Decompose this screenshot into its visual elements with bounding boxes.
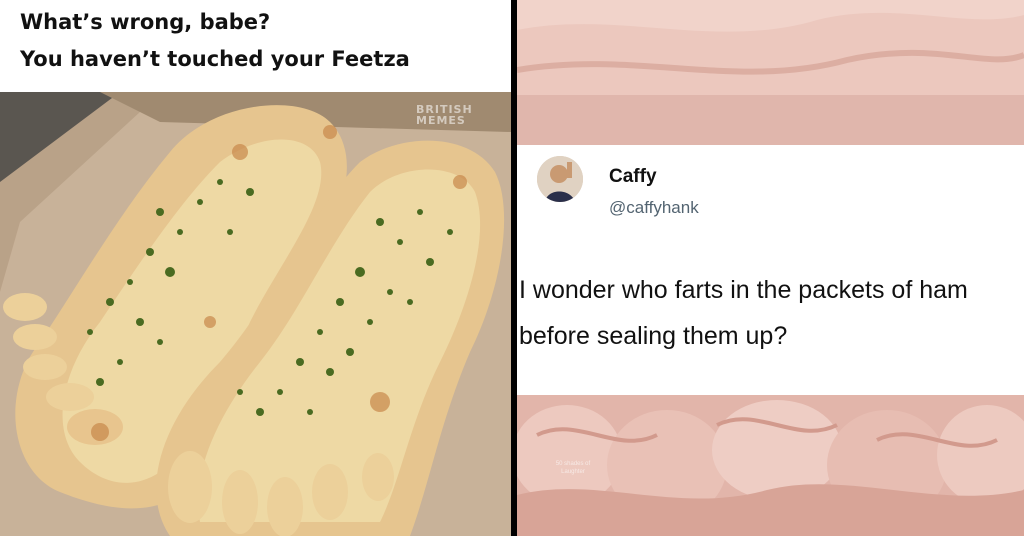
ham-bottom-photo <box>517 395 1024 536</box>
right-toe-3 <box>267 477 303 536</box>
profile-avatar-icon[interactable] <box>537 156 583 202</box>
tweet-author-handle[interactable]: @caffyhank <box>609 198 699 218</box>
tweet-text: I wonder who farts in the packets of ham… <box>519 276 968 350</box>
left-meme-panel: What’s wrong, babe? You haven’t touched … <box>0 0 511 536</box>
right-meme-panel: Caffy @caffyhank I wonder who farts in t… <box>517 0 1024 536</box>
left-toe-4 <box>46 383 94 411</box>
left-toe-1 <box>3 293 47 321</box>
meme-caption: What’s wrong, babe? You haven’t touched … <box>0 0 511 92</box>
caption-line-1: What’s wrong, babe? <box>20 10 271 34</box>
small-watermark: 50 shades of Laughter <box>555 461 591 475</box>
right-toe-4 <box>312 464 348 520</box>
right-toe-2 <box>222 470 258 534</box>
tweet-card: Caffy @caffyhank I wonder who farts in t… <box>517 145 1024 395</box>
left-toe-2 <box>13 324 57 350</box>
british-memes-watermark: BRITISH MEMES <box>416 103 473 127</box>
foot-bread-photo <box>0 92 511 536</box>
ham-top-photo <box>517 0 1024 145</box>
right-toe-1 <box>168 451 212 523</box>
caption-line-2: You haven’t touched your Feetza <box>20 47 410 71</box>
left-toe-3 <box>23 354 67 380</box>
tweet-author-name[interactable]: Caffy <box>609 166 657 188</box>
right-toe-5 <box>362 453 394 501</box>
